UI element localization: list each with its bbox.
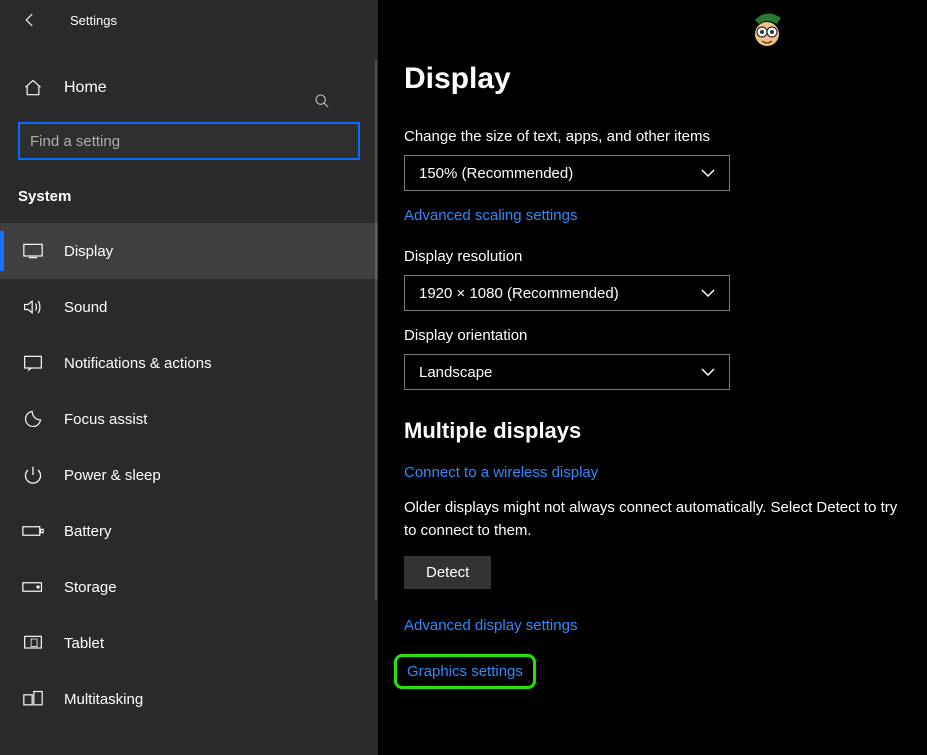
storage-icon xyxy=(22,580,44,594)
sidebar-item-display[interactable]: Display xyxy=(0,223,378,279)
resolution-label: Display resolution xyxy=(404,248,903,265)
page-title: Display xyxy=(404,62,903,96)
sidebar-item-power-sleep[interactable]: Power & sleep xyxy=(0,447,378,503)
notifications-icon xyxy=(22,354,44,372)
resolution-dropdown[interactable]: 1920 × 1080 (Recommended) xyxy=(404,275,730,311)
sidebar-item-focus-assist[interactable]: Focus assist xyxy=(0,391,378,447)
home-button[interactable]: Home xyxy=(0,64,378,112)
sidebar-item-storage[interactable]: Storage xyxy=(0,559,378,615)
multitasking-icon xyxy=(22,690,44,708)
multiple-displays-header: Multiple displays xyxy=(404,418,903,444)
resolution-value: 1920 × 1080 (Recommended) xyxy=(419,285,619,302)
sidebar-item-label: Focus assist xyxy=(64,411,147,428)
search-wrap xyxy=(18,122,360,160)
back-button[interactable] xyxy=(10,0,50,40)
sidebar-item-label: Power & sleep xyxy=(64,467,161,484)
orientation-value: Landscape xyxy=(419,364,492,381)
search-input[interactable] xyxy=(18,122,360,160)
mascot-icon xyxy=(747,10,787,50)
graphics-settings-highlight: Graphics settings xyxy=(394,654,536,689)
sidebar: Settings Home System Display Sound xyxy=(0,0,378,755)
titlebar: Settings xyxy=(0,0,378,40)
scale-label: Change the size of text, apps, and other… xyxy=(404,128,903,145)
orientation-dropdown[interactable]: Landscape xyxy=(404,354,730,390)
sidebar-item-label: Display xyxy=(64,243,113,260)
sidebar-item-tablet[interactable]: Tablet xyxy=(0,615,378,671)
home-icon xyxy=(22,78,44,98)
connect-wireless-display-link[interactable]: Connect to a wireless display xyxy=(404,464,598,481)
category-header: System xyxy=(0,184,378,223)
graphics-settings-link[interactable]: Graphics settings xyxy=(407,663,523,680)
home-label: Home xyxy=(64,79,107,97)
display-icon xyxy=(22,243,44,259)
sidebar-item-notifications[interactable]: Notifications & actions xyxy=(0,335,378,391)
detect-button[interactable]: Detect xyxy=(404,556,491,589)
sidebar-item-label: Storage xyxy=(64,579,117,596)
chevron-down-icon xyxy=(701,168,715,178)
battery-icon xyxy=(22,524,44,538)
tablet-icon xyxy=(22,634,44,652)
sidebar-item-label: Multitasking xyxy=(64,691,143,708)
arrow-left-icon xyxy=(21,11,39,29)
sidebar-item-battery[interactable]: Battery xyxy=(0,503,378,559)
advanced-display-settings-link[interactable]: Advanced display settings xyxy=(404,617,577,634)
power-icon xyxy=(22,465,44,485)
scale-value: 150% (Recommended) xyxy=(419,165,573,182)
sidebar-item-label: Notifications & actions xyxy=(64,355,212,372)
advanced-scaling-link[interactable]: Advanced scaling settings xyxy=(404,207,577,224)
orientation-label: Display orientation xyxy=(404,327,903,344)
chevron-down-icon xyxy=(701,288,715,298)
nav-list: Display Sound Notifications & actions Fo… xyxy=(0,223,378,727)
detect-description: Older displays might not always connect … xyxy=(404,497,903,542)
sidebar-scrollbar[interactable] xyxy=(375,60,377,600)
main-content: Display Change the size of text, apps, a… xyxy=(378,0,927,755)
sidebar-item-label: Tablet xyxy=(64,635,104,652)
scale-dropdown[interactable]: 150% (Recommended) xyxy=(404,155,730,191)
sidebar-item-label: Battery xyxy=(64,523,112,540)
sidebar-item-label: Sound xyxy=(64,299,107,316)
chevron-down-icon xyxy=(701,367,715,377)
focus-assist-icon xyxy=(22,409,44,429)
sound-icon xyxy=(22,298,44,316)
app-title: Settings xyxy=(70,13,117,28)
sidebar-item-multitasking[interactable]: Multitasking xyxy=(0,671,378,727)
sidebar-item-sound[interactable]: Sound xyxy=(0,279,378,335)
